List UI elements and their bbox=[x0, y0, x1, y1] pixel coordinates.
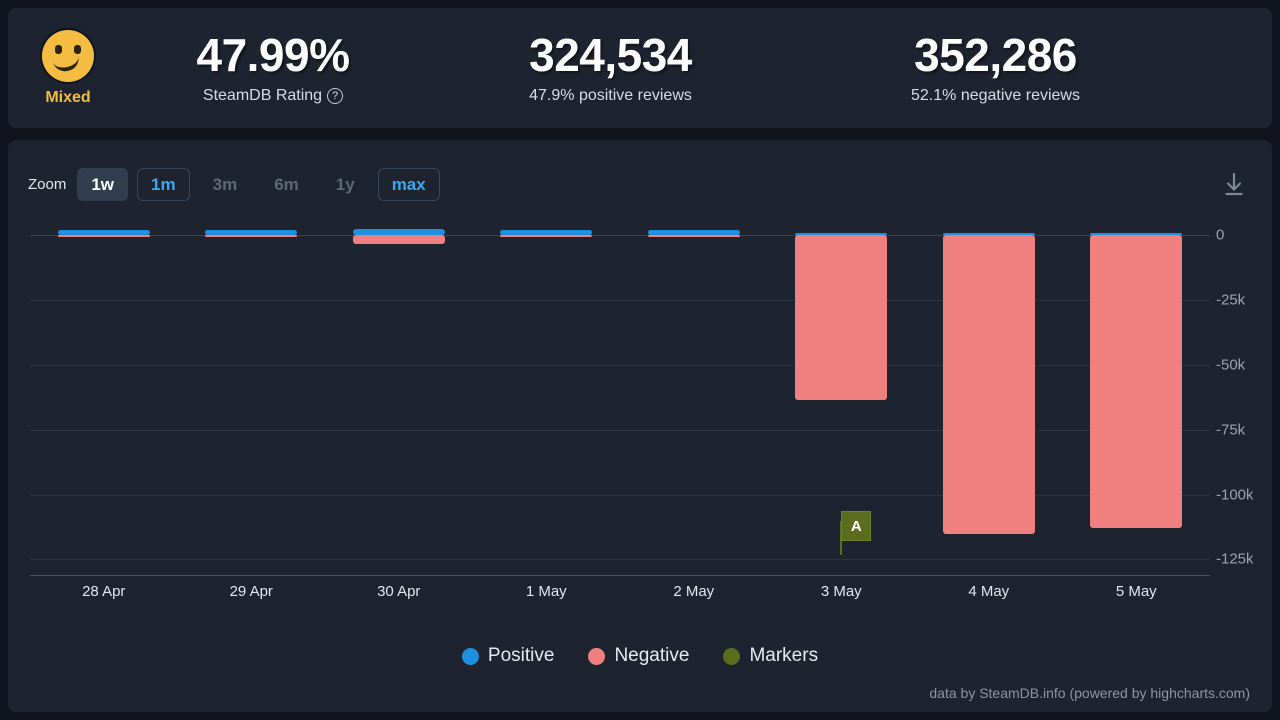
x-axis-tick: 30 Apr bbox=[377, 583, 421, 600]
y-axis-tick: -100k bbox=[1216, 486, 1254, 504]
bar-negative[interactable] bbox=[942, 235, 1035, 534]
negative-reviews-label: 52.1% negative reviews bbox=[911, 86, 1080, 104]
legend-item-markers[interactable]: Markers bbox=[723, 645, 818, 667]
positive-reviews-block: 324,534 47.9% positive reviews bbox=[418, 31, 803, 104]
face-eye-left-icon bbox=[55, 44, 62, 54]
negative-reviews-block: 352,286 52.1% negative reviews bbox=[803, 31, 1188, 104]
legend-label: Positive bbox=[487, 645, 555, 666]
chart-legend: Positive Negative Markers bbox=[8, 645, 1272, 667]
marker-label: A bbox=[841, 511, 872, 541]
legend-label: Markers bbox=[749, 645, 819, 666]
face-eye-right-icon bbox=[74, 44, 81, 54]
bar-negative[interactable] bbox=[205, 235, 298, 238]
reviews-plot-area[interactable]: 0 -25k -50k -75k -100k -125k A 28 Apr 29 Apr 30 … bbox=[8, 225, 1272, 625]
plot-inner: 0 -25k -50k -75k -100k -125k A bbox=[30, 225, 1254, 576]
legend-color-dot bbox=[461, 647, 479, 665]
zoom-button-1y[interactable]: 1y bbox=[322, 168, 369, 201]
legend-item-negative[interactable]: Negative bbox=[588, 645, 689, 667]
zoom-button-max[interactable]: max bbox=[377, 168, 440, 201]
positive-reviews-count: 324,534 bbox=[529, 29, 692, 82]
y-axis-tick: -50k bbox=[1216, 356, 1246, 374]
legend-label: Negative bbox=[614, 645, 690, 666]
zoom-button-1w[interactable]: 1w bbox=[77, 168, 129, 201]
x-axis-tick: 1 May bbox=[525, 583, 567, 600]
negative-reviews-count: 352,286 bbox=[914, 29, 1077, 82]
bar-negative[interactable] bbox=[647, 235, 740, 238]
y-axis-tick: -25k bbox=[1216, 291, 1246, 309]
steamdb-rating-label: SteamDB Rating ? bbox=[202, 86, 344, 105]
zoom-button-1m[interactable]: 1m bbox=[137, 168, 190, 201]
bar-negative[interactable] bbox=[352, 235, 445, 244]
steamdb-rating-label-text: SteamDB Rating bbox=[202, 86, 323, 104]
review-summary-card: Mixed 47.99% SteamDB Rating ? 324,534 47… bbox=[8, 8, 1272, 128]
bar-negative[interactable] bbox=[500, 235, 593, 238]
reviews-chart-card: Zoom 1w 1m 3m 6m 1y max 0 -25k -50k -75k -100k -12… bbox=[8, 140, 1272, 712]
x-axis-line bbox=[30, 575, 1210, 576]
bar-negative[interactable] bbox=[795, 235, 888, 400]
y-axis-tick: 0 bbox=[1216, 226, 1225, 244]
y-axis-tick: -125k bbox=[1216, 550, 1254, 568]
bar-negative[interactable] bbox=[57, 235, 150, 238]
confused-face-icon bbox=[42, 29, 94, 82]
zoom-button-group: 1w 1m 3m 6m 1y max bbox=[77, 168, 440, 201]
zoom-button-3m[interactable]: 3m bbox=[199, 168, 252, 201]
legend-color-dot bbox=[588, 647, 606, 665]
chart-credits[interactable]: data by SteamDB.info (powered by highcha… bbox=[929, 685, 1250, 701]
rating-label: Mixed bbox=[45, 88, 91, 106]
x-axis-tick: 29 Apr bbox=[229, 583, 273, 600]
face-mouth-icon bbox=[52, 55, 82, 74]
x-axis-tick: 5 May bbox=[1115, 583, 1157, 600]
steamdb-reviews-page: Mixed 47.99% SteamDB Rating ? 324,534 47… bbox=[0, 0, 1280, 720]
gridline bbox=[30, 559, 1210, 561]
zoom-range-selector: Zoom 1w 1m 3m 6m 1y max bbox=[28, 168, 440, 201]
x-axis-tick: 2 May bbox=[673, 583, 715, 600]
zoom-button-6m[interactable]: 6m bbox=[260, 168, 313, 201]
x-axis-tick: 4 May bbox=[968, 583, 1010, 600]
question-mark-icon[interactable]: ? bbox=[327, 87, 344, 104]
legend-item-positive[interactable]: Positive bbox=[461, 645, 555, 667]
download-icon[interactable] bbox=[1218, 168, 1250, 200]
steamdb-rating-block: 47.99% SteamDB Rating ? bbox=[128, 31, 418, 104]
steamdb-rating-value: 47.99% bbox=[196, 29, 350, 82]
x-axis-tick: 28 Apr bbox=[82, 583, 126, 600]
positive-reviews-label: 47.9% positive reviews bbox=[529, 86, 692, 104]
y-axis-tick: -75k bbox=[1216, 421, 1246, 439]
zoom-label: Zoom bbox=[28, 176, 67, 193]
legend-color-dot bbox=[723, 647, 741, 665]
rating-sentiment-block: Mixed bbox=[8, 29, 128, 107]
bar-negative[interactable] bbox=[1090, 235, 1183, 529]
x-axis-tick: 3 May bbox=[820, 583, 862, 600]
chart-marker-flag[interactable]: A bbox=[840, 507, 872, 555]
